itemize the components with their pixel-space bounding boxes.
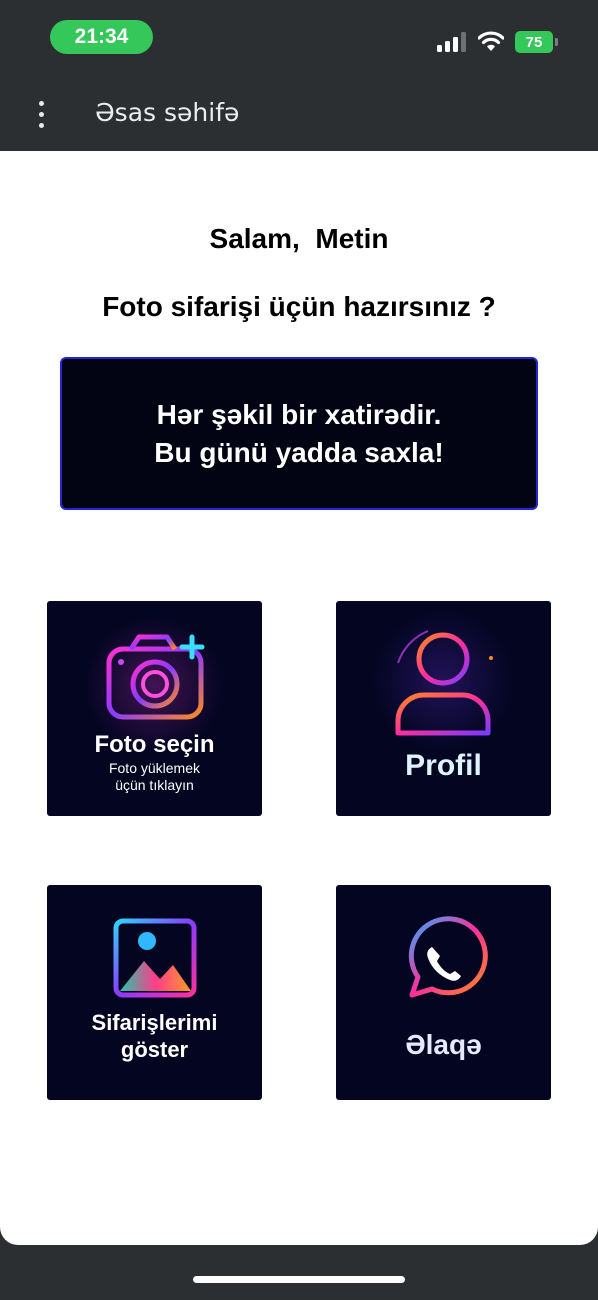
motto-banner: Hər şəkil bir xatirədir. Bu günü yadda s…: [60, 357, 538, 510]
profile-tile[interactable]: Profil: [336, 601, 551, 816]
cellular-signal-icon: [437, 32, 466, 52]
app-bar: Əsas səhifə: [0, 76, 598, 151]
whatsapp-icon: [408, 916, 488, 998]
user-icon: [371, 609, 515, 753]
tile-subtitle-1: Foto yüklemek: [108, 760, 201, 776]
image-gallery-icon: [113, 918, 197, 998]
tile-label: Profil: [405, 749, 482, 782]
more-vertical-icon[interactable]: [26, 94, 56, 134]
tile-subtitle-2: üçün tıklayın: [115, 777, 194, 793]
page-title: Əsas səhifə: [95, 98, 240, 127]
contact-tile[interactable]: Əlaqə: [336, 885, 551, 1100]
my-orders-tile[interactable]: Sifarişlerimi göster: [47, 885, 262, 1100]
time-pill: 21:34: [50, 20, 153, 54]
battery-level: 75: [515, 31, 553, 53]
battery-indicator: 75: [515, 31, 559, 53]
tile-label-line-1: Sifarişlerimi: [91, 1010, 218, 1035]
banner-line-1: Hər şəkil bir xatirədir.: [156, 398, 442, 430]
status-time: 21:34: [74, 25, 129, 48]
status-bar: 21:34 75: [0, 0, 598, 76]
tile-label: Foto seçin: [94, 731, 215, 758]
question-text: Foto sifarişi üçün hazırsınız ?: [102, 291, 496, 322]
tile-label: Əlaqə: [405, 1029, 482, 1060]
home-indicator[interactable]: [193, 1276, 405, 1283]
tile-label-line-2: göster: [120, 1037, 189, 1062]
battery-tip: [555, 38, 558, 46]
select-photo-tile[interactable]: Foto seçin Foto yüklemek üçün tıklayın: [47, 601, 262, 816]
wifi-icon: [478, 31, 504, 51]
greeting-text: Salam, Metin: [209, 223, 389, 254]
main-content: Salam, Metin Foto sifarişi üçün hazırsın…: [0, 151, 598, 1245]
banner-line-2: Bu günü yadda saxla!: [154, 436, 444, 468]
